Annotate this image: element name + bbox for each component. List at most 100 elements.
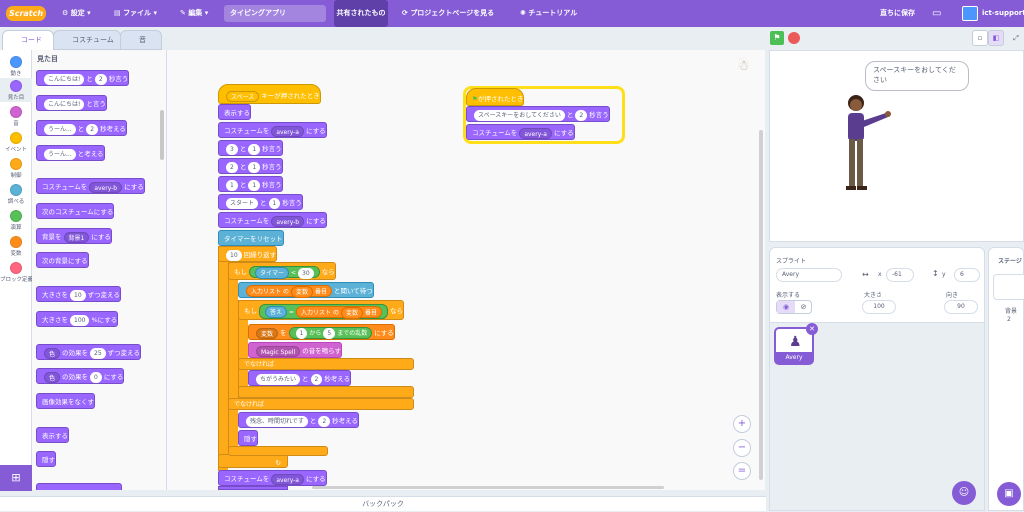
block-input[interactable]: 残念、時間切れです [246,415,308,427]
avery-sprite[interactable] [838,91,898,196]
block-change-size[interactable]: 大きさを 10 ずつ変える [36,286,121,302]
block-random[interactable]: 1 から 5 までの乱数 [288,327,373,339]
block-say-for-secs[interactable]: 2 と 1 秒言う [218,158,283,174]
effect-dropdown[interactable]: 色 [44,371,61,383]
category-sound[interactable]: 音 [0,104,32,128]
stage[interactable]: スペースキーをおしてください [769,50,1024,242]
block-switch-backdrop[interactable]: 背景を 背景1 にする [36,228,112,244]
block-variable[interactable]: 変数 [341,307,364,319]
block-answer[interactable]: 答え [265,306,288,318]
category-sensing[interactable]: 調べる [0,182,32,206]
y-position-input[interactable]: 6 [954,268,980,282]
backdrop-thumbnail[interactable] [993,274,1024,300]
block-set-effect[interactable]: 色の効果を 0 にする [36,368,125,384]
block-say[interactable]: こんにちは! と言う [36,95,107,111]
my-stuff-folder-icon[interactable]: ▭ [932,0,941,27]
block-think-for-secs[interactable]: ちがうみたいと 2 秒考える [248,370,352,386]
block-set-variable[interactable]: 変数を 1 から 5 までの乱数 にする [248,324,395,340]
block-show[interactable]: 表示する [36,427,69,443]
block-switch-costume[interactable]: コスチュームを avery-b にする [218,212,327,228]
block-when-key-pressed[interactable]: スペース キーが押されたとき [218,84,321,104]
script-area[interactable]: ☃ スペース キーが押されたとき 表示する コスチュームを avery-a にする 3… [167,50,765,490]
costume-dropdown[interactable]: avery-b [271,215,305,227]
block-input[interactable]: ちがうみたい [256,373,301,385]
see-project-page-button[interactable]: ⟳ プロジェクトページを見る [402,0,494,27]
block-input[interactable]: 25 [90,347,106,359]
block-say-for-secs[interactable]: 1 と 1 秒言う [218,176,283,192]
effect-dropdown[interactable]: 色 [44,347,61,359]
sprite-tile[interactable]: ♟ Avery ✕ [774,323,818,365]
block-timer[interactable]: タイマー [255,267,290,279]
costume-dropdown[interactable]: avery-a [271,125,304,137]
backdrop-dropdown[interactable]: 背景1 [63,231,90,243]
block-hide[interactable]: 隠す [238,430,258,446]
block-say-for-secs[interactable]: こんにちは! と 2 秒言う [36,70,130,86]
scratch-logo[interactable]: Scratch [6,6,46,21]
category-operators[interactable]: 演算 [0,208,32,232]
zoom-reset-button[interactable]: = [733,462,751,480]
block-less-than[interactable]: タイマー <30 [249,266,320,279]
file-menu[interactable]: ▤ ファイル ▾ [114,0,157,27]
block-input[interactable]: 2 [226,161,238,173]
sound-dropdown[interactable]: Magic Spell [256,345,301,357]
block-input[interactable]: 0 [90,371,102,383]
large-stage-icon[interactable]: ◧ [988,30,1004,46]
block-reset-timer[interactable]: タイマーをリセット [218,230,284,246]
settings-menu[interactable]: ⚙ 設定 ▾ [62,0,91,27]
tab-code[interactable]: コード [2,30,54,51]
block-clear-effects[interactable]: 画像効果をなくす [36,393,95,409]
block-item-of-list[interactable]: 入力リスト の変数 番目 [296,306,383,319]
costume-dropdown[interactable]: avery-b [89,181,123,193]
block-switch-costume[interactable]: コスチュームを avery-a にする [218,470,327,486]
block-input[interactable]: スペースキーをおしてください [474,109,565,121]
block-input[interactable]: 30 [298,267,314,279]
block-input[interactable]: 10 [226,249,242,261]
tab-sounds[interactable]: 音 [120,30,162,50]
block-input[interactable]: 100 [70,314,90,326]
block-when-flag-clicked[interactable]: ⚑が押されたとき [466,88,525,106]
block-input[interactable]: 1 [248,143,261,155]
block-input[interactable]: 3 [226,143,238,155]
costume-dropdown[interactable]: avery-a [519,127,552,139]
direction-input[interactable]: 90 [944,300,978,314]
block-input[interactable]: うーん... [44,148,76,160]
costume-dropdown[interactable]: avery-a [271,473,304,485]
hide-eye-icon[interactable]: ⊘ [795,301,812,313]
block-input[interactable]: 2 [575,109,588,121]
account-menu[interactable]: ict-support ▾ [982,0,1024,27]
zoom-in-button[interactable]: + [733,415,751,433]
block-say-for-secs[interactable]: スタートと 1 秒言う [218,194,303,210]
delete-sprite-icon[interactable]: ✕ [806,323,818,335]
stage-target-panel[interactable]: ステージ 背景 2 ▣ [988,247,1024,511]
block-item-of-list[interactable]: 入力リスト の変数 番目 [246,285,332,298]
block-next-backdrop[interactable]: 次の背景にする [36,252,89,268]
block-partial[interactable] [36,483,122,490]
stop-icon[interactable] [788,32,800,44]
block-input[interactable]: 2 [94,73,107,85]
share-button[interactable]: 共有されたもの [334,0,388,27]
block-switch-costume[interactable]: コスチュームを avery-b にする [36,178,145,194]
block-if-else[interactable]: もし 答え = 入力リスト の変数 番目 なら [238,300,405,320]
block-think-for-secs[interactable]: 残念、時間切れですと 2 秒考える [238,412,359,428]
show-eye-icon[interactable]: ◉ [777,301,795,313]
block-change-effect[interactable]: 色の効果を 25 ずつ変える [36,344,141,360]
block-set-size[interactable]: 大きさを 100 %にする [36,311,119,327]
variable-dropdown[interactable]: 変数 [256,327,279,339]
vertical-scrollbar[interactable] [759,130,763,480]
category-control[interactable]: 制御 [0,156,32,180]
block-equals[interactable]: 答え = 入力リスト の変数 番目 [259,303,389,319]
block-repeat[interactable]: 10 回繰り返す [218,246,278,262]
size-input[interactable]: 100 [862,300,896,314]
small-stage-icon[interactable]: ▫ [972,30,988,46]
block-say-for-secs[interactable]: 3 と 1 秒言う [218,140,283,156]
block-input[interactable]: 2 [310,373,323,385]
block-input[interactable]: 1 [295,328,308,339]
block-start-sound[interactable]: Magic Spell の音を鳴らす [248,342,343,358]
category-events[interactable]: イベント [0,130,32,154]
category-variables[interactable]: 変数 [0,234,32,258]
block-input[interactable]: うーん... [44,123,76,135]
block-input[interactable]: 1 [226,179,238,191]
block-input[interactable]: 1 [268,197,281,209]
zoom-out-button[interactable]: − [733,439,751,457]
edit-menu[interactable]: ✎ 編集 ▾ [180,0,208,27]
